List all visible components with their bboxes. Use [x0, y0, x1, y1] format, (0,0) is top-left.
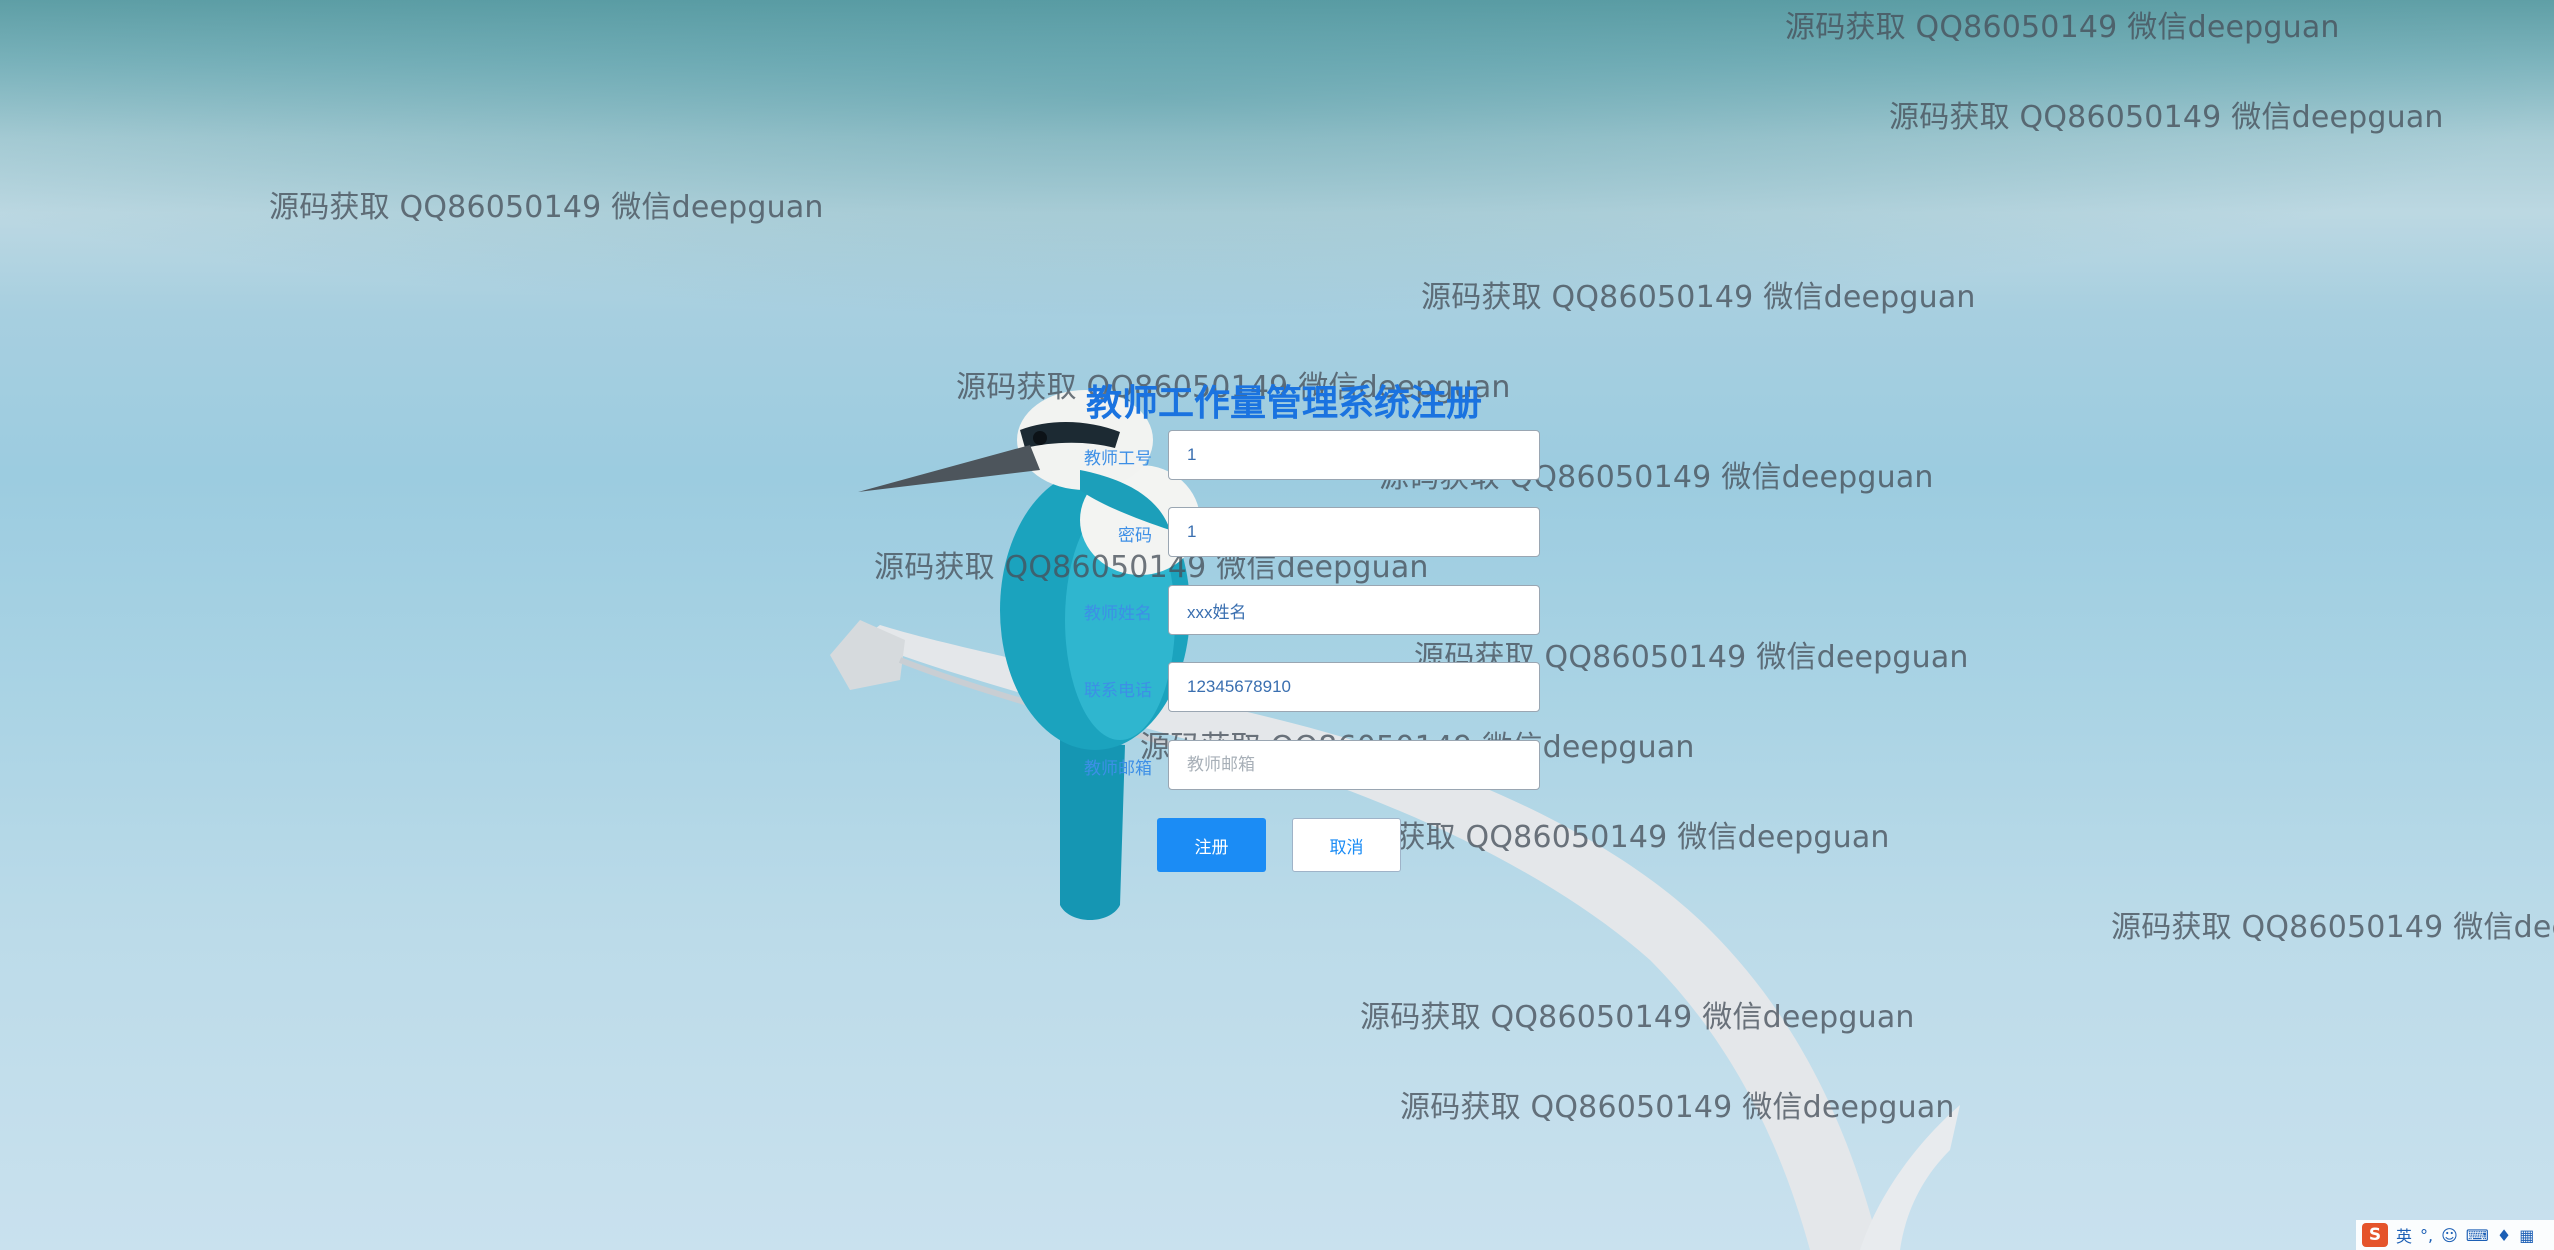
phone-input[interactable]	[1168, 662, 1540, 712]
skin-icon[interactable]: ♦	[2497, 1226, 2511, 1245]
email-input[interactable]	[1168, 740, 1540, 790]
punctuation-icon[interactable]: °,	[2420, 1226, 2433, 1245]
password-label: 密码	[1118, 526, 1152, 546]
email-row: 教师邮箱	[1020, 740, 1540, 790]
password-input[interactable]	[1168, 507, 1540, 557]
page-title: 教师工作量管理系统注册	[1086, 383, 1483, 424]
teacher-id-label: 教师工号	[1084, 449, 1152, 469]
password-row: 密码	[1020, 507, 1540, 557]
sogou-logo-icon[interactable]: S	[2362, 1223, 2388, 1247]
register-button[interactable]: 注册	[1157, 818, 1266, 872]
grid-icon[interactable]: ▦	[2519, 1226, 2534, 1245]
keyboard-icon[interactable]: ⌨	[2466, 1226, 2489, 1245]
ime-language-toggle[interactable]: 英	[2396, 1223, 2412, 1247]
teacher-id-row: 教师工号	[1020, 430, 1540, 480]
teacher-name-input[interactable]	[1168, 585, 1540, 635]
emoji-icon[interactable]: ☺	[2441, 1226, 2458, 1245]
teacher-name-row: 教师姓名	[1020, 585, 1540, 635]
cancel-button[interactable]: 取消	[1292, 818, 1401, 872]
teacher-id-input[interactable]	[1168, 430, 1540, 480]
ime-toolbar[interactable]: S 英 °, ☺ ⌨ ♦ ▦	[2356, 1220, 2554, 1250]
phone-row: 联系电话	[1020, 662, 1540, 712]
phone-label: 联系电话	[1084, 681, 1152, 701]
branch-illustration	[830, 620, 1960, 1250]
teacher-name-label: 教师姓名	[1084, 604, 1152, 624]
email-label: 教师邮箱	[1084, 759, 1152, 779]
page-background: 源码获取 QQ86050149 微信deepguan 源码获取 QQ860501…	[0, 0, 2554, 1250]
